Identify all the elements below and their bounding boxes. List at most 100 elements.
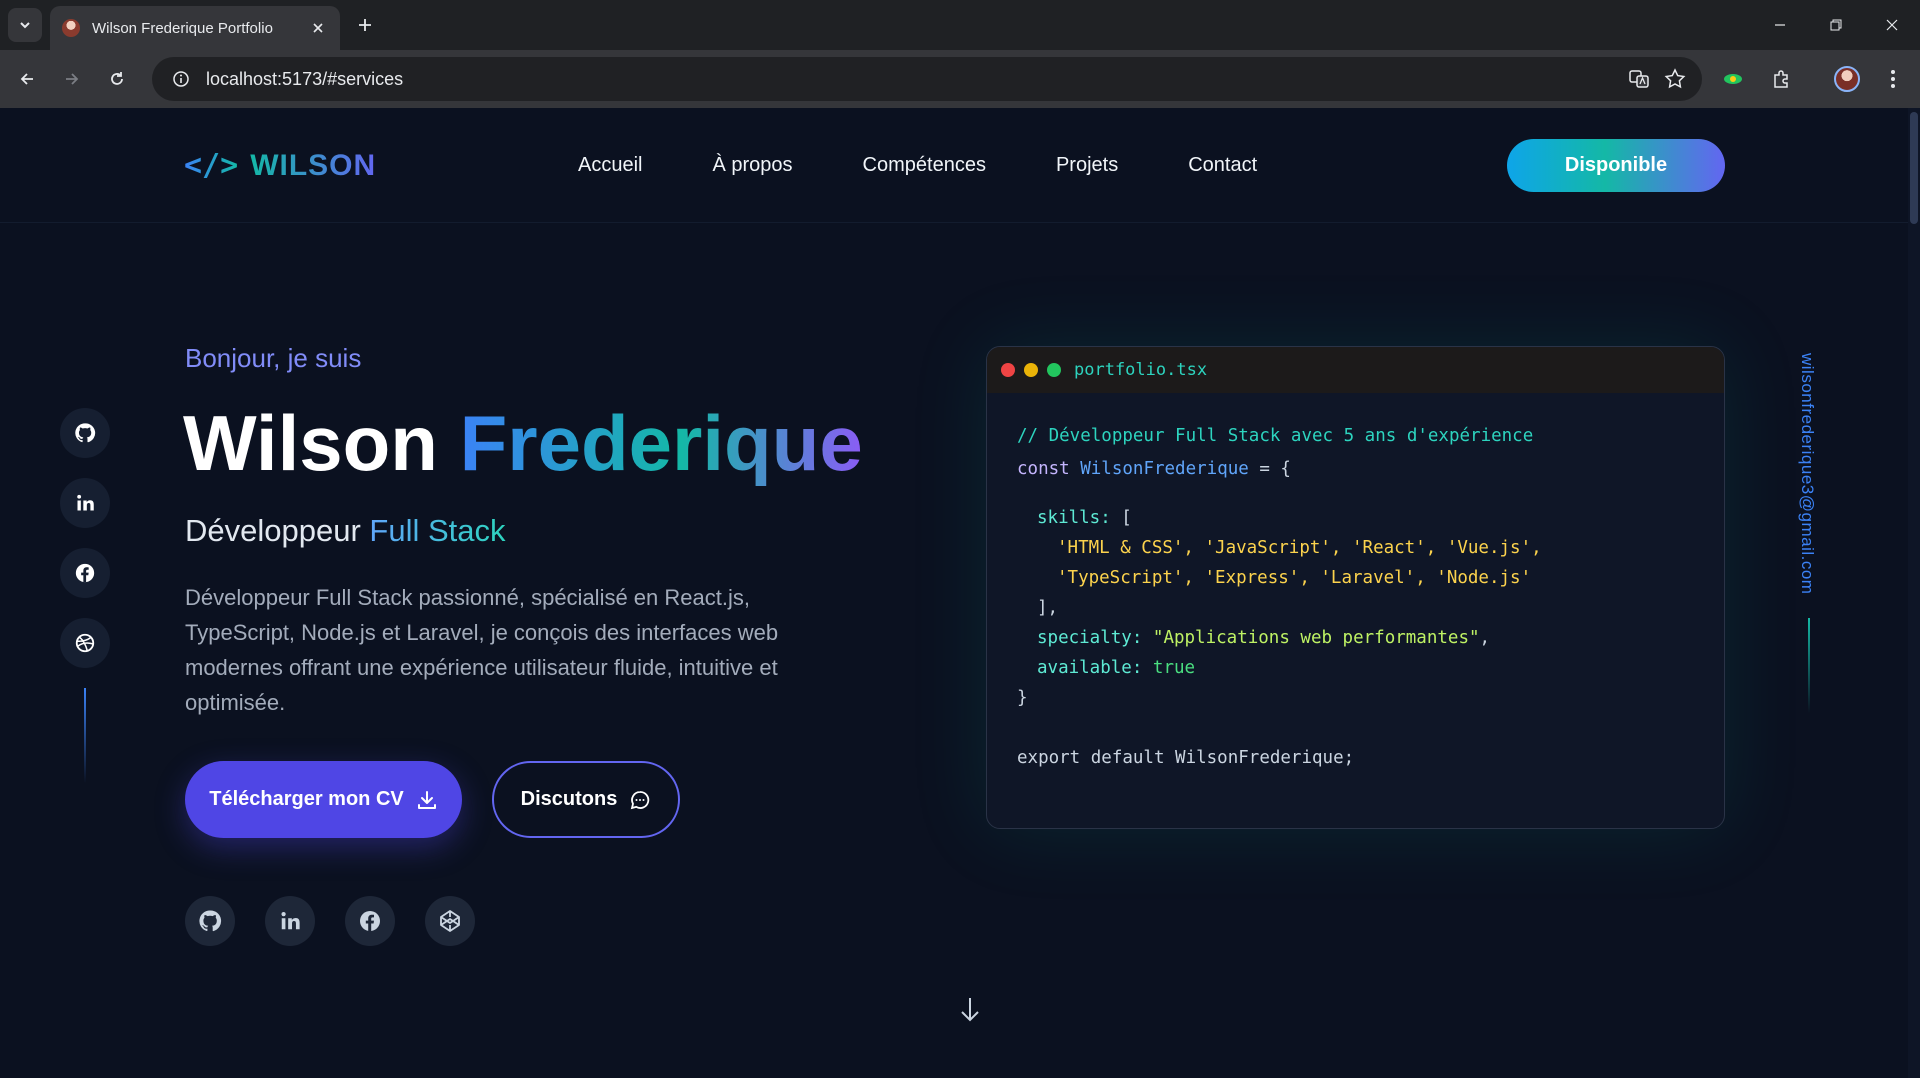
code-boolean: true	[1152, 658, 1196, 678]
extension-eye-icon	[1724, 74, 1742, 84]
linkedin-icon	[77, 494, 94, 511]
side-facebook-link[interactable]	[60, 548, 110, 598]
hero-title: Wilson Frederique	[183, 398, 863, 489]
linkedin-icon	[281, 912, 300, 930]
code-variable: WilsonFrederique	[1080, 459, 1249, 479]
code-punct: [	[1110, 508, 1132, 528]
side-dribbble-link[interactable]	[60, 618, 110, 668]
extension-button[interactable]	[1716, 62, 1750, 96]
minimize-button[interactable]	[1752, 0, 1808, 50]
hero-first-name: Wilson	[183, 399, 438, 487]
site-info-button[interactable]	[168, 66, 194, 92]
discuss-button[interactable]: Discutons	[492, 761, 680, 838]
code-line: export default WilsonFrederique;	[1017, 743, 1694, 773]
main-nav: Accueil À propos Compétences Projets Con…	[578, 154, 1257, 177]
hero-codepen-link[interactable]	[425, 896, 475, 946]
window-controls	[1752, 0, 1920, 50]
site-header: </> WILSON Accueil À propos Compétences …	[0, 108, 1908, 223]
code-punct: }	[1017, 688, 1028, 708]
code-string: "Applications web performantes"	[1152, 628, 1480, 648]
github-icon	[199, 910, 222, 932]
nav-link-accueil[interactable]: Accueil	[578, 154, 642, 177]
facebook-icon	[75, 563, 95, 583]
reload-icon	[111, 72, 123, 85]
code-line: const WilsonFrederique = {	[1017, 454, 1694, 484]
forward-button[interactable]	[55, 62, 89, 96]
browser-tabbar: Wilson Frederique Portfolio	[0, 0, 1920, 50]
close-tab-button[interactable]	[308, 18, 328, 38]
hero-linkedin-link[interactable]	[265, 896, 315, 946]
hero-description: Développeur Full Stack passionné, spécia…	[185, 585, 779, 715]
code-line: 'TypeScript', 'Express', 'Laravel', 'Nod…	[1017, 563, 1694, 593]
code-string: 'HTML & CSS', 'JavaScript', 'React', 'Vu…	[1057, 538, 1542, 558]
nav-link-competences[interactable]: Compétences	[863, 154, 986, 177]
browser-tab[interactable]: Wilson Frederique Portfolio	[50, 6, 340, 50]
back-button[interactable]	[10, 62, 44, 96]
chat-icon	[631, 790, 650, 809]
nav-link-projets[interactable]: Projets	[1056, 154, 1118, 177]
url-text: localhost:5173/#services	[206, 68, 404, 89]
yellow-dot-icon	[1024, 363, 1038, 377]
side-github-link[interactable]	[60, 408, 110, 458]
close-window-button[interactable]	[1864, 0, 1920, 50]
favicon-icon	[62, 19, 80, 37]
profile-button[interactable]	[1830, 62, 1864, 96]
logo[interactable]: </> WILSON	[184, 148, 376, 183]
discuss-label: Discutons	[520, 788, 618, 810]
red-dot-icon	[1001, 363, 1015, 377]
browser-toolbar: localhost:5173/#services	[0, 50, 1920, 108]
side-linkedin-link[interactable]	[60, 478, 110, 528]
code-line: skills: [	[1017, 503, 1694, 533]
side-divider	[84, 688, 86, 783]
new-tab-button[interactable]	[350, 10, 380, 40]
code-key: available:	[1037, 658, 1143, 678]
tab-search-button[interactable]	[8, 8, 42, 42]
hero-github-link[interactable]	[185, 896, 235, 946]
plus-icon	[359, 19, 371, 31]
scroll-down-button[interactable]	[958, 996, 982, 1029]
hero-greeting: Bonjour, je suis	[185, 343, 362, 373]
code-line: available: true	[1017, 653, 1694, 683]
code-punct: ],	[1037, 598, 1059, 618]
address-bar[interactable]: localhost:5173/#services	[152, 57, 1702, 101]
restore-button[interactable]	[1808, 0, 1864, 50]
more-vertical-icon	[1891, 70, 1895, 88]
restore-icon	[1830, 19, 1842, 31]
arrow-left-icon	[20, 73, 33, 85]
logo-text: WILSON	[250, 148, 377, 182]
translate-icon[interactable]	[1628, 68, 1650, 90]
star-icon[interactable]	[1664, 68, 1686, 90]
info-icon	[173, 71, 189, 87]
code-key: specialty:	[1037, 628, 1143, 648]
available-button[interactable]: Disponible	[1507, 139, 1725, 192]
role-prefix: Développeur	[185, 513, 361, 548]
code-body: // Développeur Full Stack avec 5 ans d'e…	[987, 393, 1724, 801]
extensions-button[interactable]	[1765, 62, 1799, 96]
hero-role: Développeur Full Stack	[185, 513, 506, 549]
hero-last-name: Frederique	[459, 399, 863, 487]
logo-code-icon: </>	[184, 148, 239, 183]
download-icon	[417, 790, 436, 809]
reload-button[interactable]	[100, 62, 134, 96]
code-window: portfolio.tsx // Développeur Full Stack …	[986, 346, 1725, 829]
code-punct: = {	[1248, 459, 1291, 479]
code-line: ],	[1017, 593, 1694, 623]
download-cv-button[interactable]: Télécharger mon CV	[185, 761, 462, 838]
nav-link-contact[interactable]: Contact	[1188, 154, 1257, 177]
page-scrollbar[interactable]	[1908, 108, 1920, 1078]
download-cv-label: Télécharger mon CV	[209, 788, 404, 810]
puzzle-icon	[1774, 70, 1788, 88]
code-keyword: const	[1017, 459, 1070, 479]
dribbble-icon	[75, 633, 95, 653]
green-dot-icon	[1047, 363, 1061, 377]
browser-menu-button[interactable]	[1876, 62, 1910, 96]
avatar	[1834, 66, 1860, 92]
side-email-link[interactable]: wilsonfrederique3@gmail.com	[1797, 353, 1817, 594]
hero-facebook-link[interactable]	[345, 896, 395, 946]
scrollbar-thumb[interactable]	[1910, 112, 1918, 224]
github-icon	[75, 423, 96, 443]
minimize-icon	[1775, 24, 1785, 26]
code-comment: // Développeur Full Stack avec 5 ans d'e…	[1017, 426, 1534, 446]
nav-link-a-propos[interactable]: À propos	[712, 154, 792, 177]
page-viewport: </> WILSON Accueil À propos Compétences …	[0, 108, 1920, 1078]
